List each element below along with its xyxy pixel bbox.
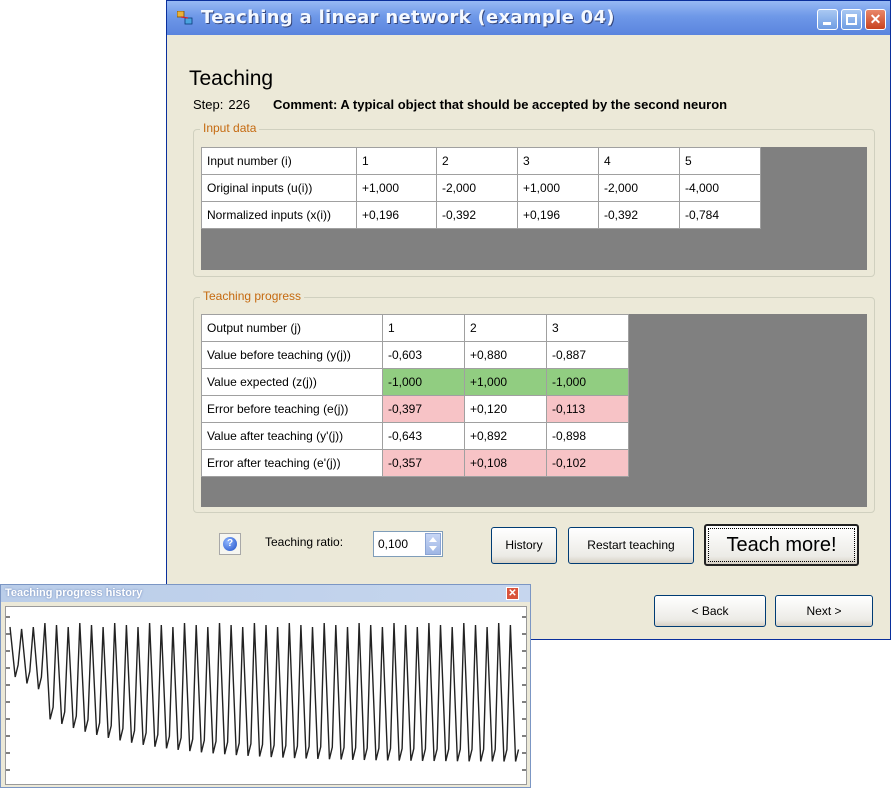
- table-row: Output number (j) 1 2 3: [201, 314, 629, 342]
- table-cell: -0,603: [382, 341, 465, 369]
- minimize-icon: [823, 22, 831, 25]
- table-cell: -1,000: [546, 368, 629, 396]
- teaching-progress-legend: Teaching progress: [200, 289, 305, 303]
- row-header: Value before teaching (y(j)): [201, 341, 383, 369]
- teaching-ratio-spinner[interactable]: [425, 533, 441, 555]
- row-header: Normalized inputs (x(i)): [201, 201, 357, 229]
- table-row: Value before teaching (y(j)) -0,603 +0,880…: [201, 341, 629, 369]
- table-cell: 2: [464, 314, 547, 342]
- table-cell: +0,880: [464, 341, 547, 369]
- row-header: Value expected (z(j)): [201, 368, 383, 396]
- maximize-icon: [846, 14, 857, 25]
- maximize-button[interactable]: [841, 9, 862, 30]
- row-header: Error after teaching (e'(j)): [201, 449, 383, 477]
- table-cell: -0,357: [382, 449, 465, 477]
- table-cell: +0,196: [356, 201, 437, 229]
- table-cell: +1,000: [517, 174, 599, 202]
- teaching-ratio-input[interactable]: 0,100: [373, 531, 443, 557]
- row-header: Error before teaching (e(j)): [201, 395, 383, 423]
- row-header: Output number (j): [201, 314, 383, 342]
- window-title: Teaching a linear network (example 04): [201, 7, 615, 28]
- table-cell: +1,000: [356, 174, 437, 202]
- spin-up-icon[interactable]: [429, 537, 437, 542]
- table-cell: +0,196: [517, 201, 599, 229]
- table-cell: +0,892: [464, 422, 547, 450]
- table-cell: -0,887: [546, 341, 629, 369]
- table-cell: 3: [546, 314, 629, 342]
- main-window: Teaching a linear network (example 04) ✕…: [166, 0, 891, 640]
- step-value: 226: [228, 97, 251, 112]
- close-icon: ✕: [869, 11, 882, 27]
- table-cell: +0,120: [464, 395, 547, 423]
- teaching-ratio-value[interactable]: 0,100: [378, 537, 408, 551]
- table-cell: -4,000: [679, 174, 761, 202]
- input-data-legend: Input data: [200, 121, 260, 135]
- row-header: Input number (i): [201, 147, 357, 175]
- table-row: Error after teaching (e'(j)) -0,357 +0,108…: [201, 449, 629, 477]
- restart-teaching-button[interactable]: Restart teaching: [568, 527, 694, 564]
- app-icon: [177, 11, 193, 25]
- table-cell: -0,397: [382, 395, 465, 423]
- table-row: Value after teaching (y'(j)) -0,643 +0,892…: [201, 422, 629, 450]
- close-icon: ✕: [508, 588, 517, 599]
- history-curve: [9, 622, 520, 762]
- table-cell: -0,102: [546, 449, 629, 477]
- table-row: Input number (i) 1 2 3 4 5: [201, 147, 761, 175]
- table-cell: +0,108: [464, 449, 547, 477]
- teaching-ratio-label: Teaching ratio:: [265, 535, 344, 549]
- input-data-table: Input number (i) 1 2 3 4 5 Original inputs (u(…: [201, 147, 761, 229]
- row-header: Original inputs (u(i)): [201, 174, 357, 202]
- page-title: Teaching: [189, 67, 274, 90]
- title-bar[interactable]: Teaching a linear network (example 04) ✕: [167, 1, 890, 35]
- table-row: Error before teaching (e(j)) -0,397 +0,120…: [201, 395, 629, 423]
- table-cell: -0,392: [598, 201, 680, 229]
- back-button[interactable]: < Back: [654, 595, 766, 627]
- table-row: Value expected (z(j)) -1,000 +1,000 -1,000: [201, 368, 629, 396]
- table-cell: -1,000: [382, 368, 465, 396]
- table-cell: -0,392: [436, 201, 518, 229]
- comment-text: Comment: A typical object that should be…: [273, 97, 728, 112]
- history-button[interactable]: History: [491, 527, 557, 564]
- table-cell: 1: [382, 314, 465, 342]
- minimize-button[interactable]: [817, 9, 838, 30]
- table-cell: -0,784: [679, 201, 761, 229]
- history-window: Teaching progress history ✕: [0, 584, 531, 788]
- history-title-bar[interactable]: Teaching progress history ✕: [1, 585, 530, 602]
- row-header: Value after teaching (y'(j)): [201, 422, 383, 450]
- next-button[interactable]: Next >: [775, 595, 873, 627]
- help-icon: ?: [223, 537, 237, 551]
- step-counter: Step: 226: [193, 97, 250, 112]
- teach-more-button[interactable]: Teach more!: [704, 524, 859, 566]
- table-cell: 3: [517, 147, 599, 175]
- history-window-title: Teaching progress history: [5, 587, 143, 599]
- table-cell: -2,000: [598, 174, 680, 202]
- spin-down-icon[interactable]: [429, 546, 437, 551]
- step-label: Step:: [193, 97, 224, 112]
- close-button[interactable]: ✕: [865, 9, 886, 30]
- table-row: Normalized inputs (x(i)) +0,196 -0,392 +0,1…: [201, 201, 761, 229]
- history-plot-svg: [6, 616, 526, 771]
- teaching-progress-table: Output number (j) 1 2 3 Value before teachin…: [201, 314, 629, 477]
- table-cell: 4: [598, 147, 680, 175]
- table-row: Original inputs (u(i)) +1,000 -2,000 +1,000…: [201, 174, 761, 202]
- table-cell: +1,000: [464, 368, 547, 396]
- table-cell: 2: [436, 147, 518, 175]
- table-cell: -0,113: [546, 395, 629, 423]
- history-close-button[interactable]: ✕: [506, 587, 519, 600]
- table-cell: -0,643: [382, 422, 465, 450]
- table-cell: -2,000: [436, 174, 518, 202]
- help-button[interactable]: ?: [219, 533, 241, 555]
- table-cell: 1: [356, 147, 437, 175]
- table-cell: -0,898: [546, 422, 629, 450]
- table-cell: 5: [679, 147, 761, 175]
- history-plot: [5, 606, 527, 785]
